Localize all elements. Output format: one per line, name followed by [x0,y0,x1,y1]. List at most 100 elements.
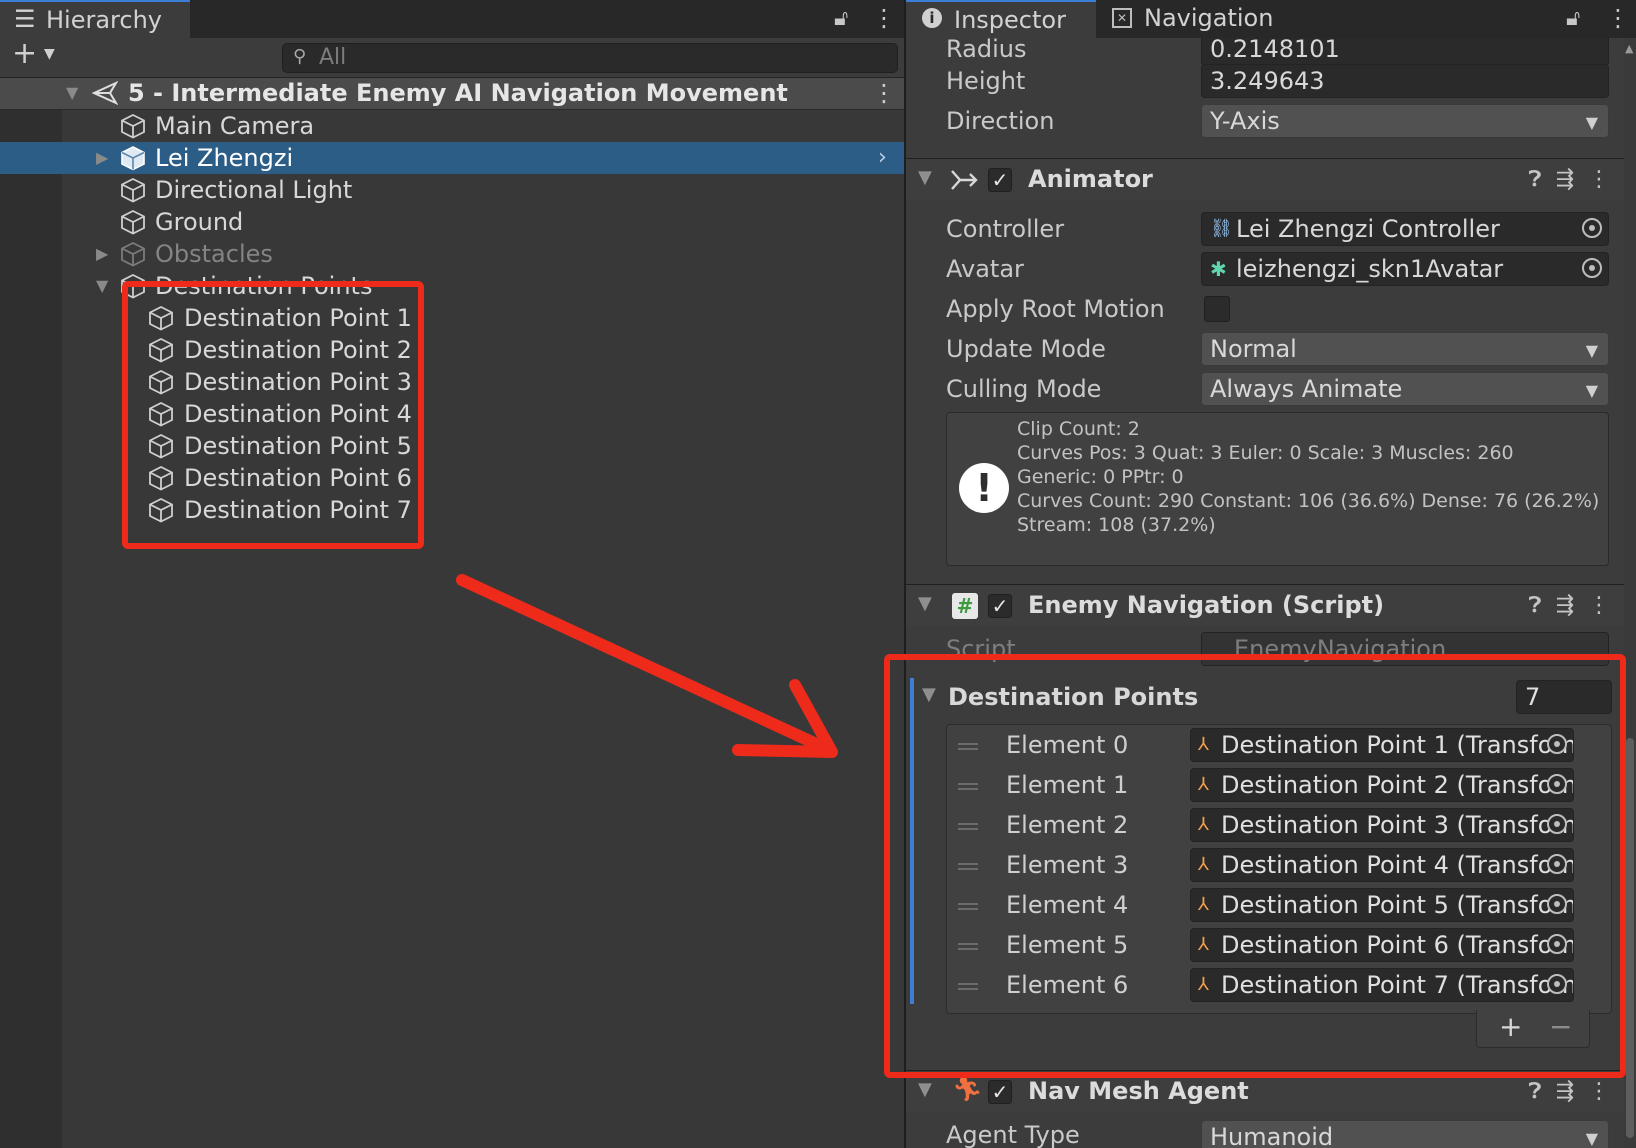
scene-fold-icon[interactable]: ▼ [66,78,78,108]
search-icon: ⚲ [293,46,307,67]
enemy-navigation-header[interactable]: ▼ # ✓ Enemy Navigation (Script) ❓︎⇶⋮ [906,584,1636,626]
info-line: Clip Count: 2 [1017,418,1140,440]
help-icon[interactable]: ❓︎ [1528,593,1555,618]
expand-arrow-icon[interactable]: ▶ [96,142,108,174]
annotation-box-inspector [884,654,1626,1078]
chevron-down-icon: ▼ [1585,113,1598,132]
animator-header[interactable]: ▼ ✓ Animator ❓︎⇶⋮ [906,158,1636,200]
more-menu-icon[interactable]: ⋮ [1606,4,1630,32]
expand-arrow-icon[interactable]: ▶ [96,238,108,270]
unity-scene-icon [92,81,118,105]
hierarchy-item-label: Ground [155,208,244,236]
search-placeholder: All [319,45,347,70]
controller-field[interactable]: ⛓︎ Lei Zhengzi Controller [1201,212,1609,246]
collapse-arrow-icon[interactable]: ▼ [918,1079,932,1100]
tab-hierarchy-label: Hierarchy [46,6,163,34]
annotation-arrow-icon [456,574,838,758]
animator-controller-icon: ⛓︎ [1210,218,1233,239]
direction-label: Direction [946,107,1055,135]
avatar-label: Avatar [946,255,1024,283]
hierarchy-list-icon: ☰ [14,5,36,33]
enemy-navigation-title: Enemy Navigation (Script) [1028,591,1385,619]
more-menu-icon[interactable]: ⋮ [1588,167,1624,192]
add-icon[interactable]: + [12,36,37,71]
gameobject-cube-icon [121,177,145,203]
chevron-down-icon: ▼ [1585,381,1598,400]
apply-root-motion-row: Apply Root Motion [906,292,1636,332]
tab-navigation-label: Navigation [1144,4,1274,32]
tab-hierarchy[interactable]: ☰ Hierarchy [0,0,190,38]
culling-mode-label: Culling Mode [946,375,1102,403]
gameobject-cube-icon [121,241,145,267]
search-input[interactable]: ⚲ All [282,43,898,73]
apply-root-motion-label: Apply Root Motion [946,295,1165,323]
chevron-down-icon: ▼ [1585,1129,1598,1148]
avatar-row: Avatar ✱ leizhengzi_skn1Avatar [906,252,1636,292]
culling-mode-value: Always Animate [1210,375,1403,403]
hierarchy-item-directional-light[interactable]: Directional Light [0,174,904,206]
direction-value: Y-Axis [1210,107,1280,135]
component-header-icons: ❓︎⇶⋮ [1528,593,1624,618]
animator-info-text: Clip Count: 2 Curves Pos: 3 Quat: 3 Eule… [1017,417,1599,537]
scene-row[interactable]: ▼ 5 - Intermediate Enemy AI Navigation M… [0,78,904,110]
collapse-arrow-icon[interactable]: ▼ [96,270,108,302]
hierarchy-item-label: Obstacles [155,240,273,268]
apply-root-motion-checkbox[interactable] [1204,296,1230,322]
info-line: Curves Count: 290 Constant: 106 (36.6%) … [1017,490,1600,512]
tab-inspector[interactable]: i Inspector [906,0,1096,38]
more-menu-icon[interactable]: ⋮ [1588,593,1624,618]
hierarchy-item-obstacles[interactable]: ▶ Obstacles [0,238,904,270]
update-mode-dropdown[interactable]: Normal ▼ [1201,332,1609,366]
scrollbar-thumb[interactable] [1626,738,1634,1138]
height-row: Height 3.249643 [906,64,1636,104]
animator-enabled-checkbox[interactable]: ✓ [988,168,1012,192]
preset-icon[interactable]: ⇶ [1556,593,1588,618]
enemy-navigation-enabled-checkbox[interactable]: ✓ [988,594,1012,618]
update-mode-label: Update Mode [946,335,1106,363]
culling-mode-dropdown[interactable]: Always Animate ▼ [1201,372,1609,406]
controller-value: Lei Zhengzi Controller [1236,215,1500,243]
component-header-icons: ❓︎⇶⋮ [1528,1079,1624,1104]
hierarchy-item-lei-zhengzi[interactable]: ▶ Lei Zhengzi › [0,142,904,174]
scroll-up-icon[interactable]: ▲ [1625,42,1633,55]
avatar-field[interactable]: ✱ leizhengzi_skn1Avatar [1201,252,1609,286]
preset-icon[interactable]: ⇶ [1556,1079,1588,1104]
more-menu-icon[interactable]: ⋮ [872,4,896,32]
chevron-right-icon[interactable]: › [878,142,887,174]
chevron-down-icon: ▼ [1585,341,1598,360]
nav-mesh-agent-enabled-checkbox[interactable]: ✓ [988,1080,1012,1104]
agent-type-dropdown[interactable]: Humanoid ▼ [1201,1120,1609,1148]
more-menu-icon[interactable]: ⋮ [1588,1079,1624,1104]
navigation-tab-icon: ✕ [1112,8,1132,28]
help-icon[interactable]: ❓︎ [1528,167,1555,192]
preset-icon[interactable]: ⇶ [1556,167,1588,192]
animator-title: Animator [1028,165,1153,193]
culling-mode-row: Culling Mode Always Animate ▼ [906,372,1636,412]
update-mode-row: Update Mode Normal ▼ [906,332,1636,372]
object-picker-icon[interactable] [1582,258,1602,278]
info-line: Curves Pos: 3 Quat: 3 Euler: 0 Scale: 3 … [1017,442,1514,464]
collapse-arrow-icon[interactable]: ▼ [918,593,932,614]
help-icon[interactable]: ❓︎ [1528,1079,1555,1104]
hierarchy-item-label: Directional Light [155,176,353,204]
tab-navigation[interactable]: ✕ Navigation [1100,0,1300,38]
hierarchy-item-main-camera[interactable]: Main Camera [0,110,904,142]
object-picker-icon[interactable] [1582,218,1602,238]
update-mode-value: Normal [1210,335,1297,363]
component-header-icons: ❓︎⇶⋮ [1528,167,1624,192]
gameobject-cube-icon [121,209,145,235]
info-line: Stream: 108 (37.2%) [1017,514,1216,536]
lock-icon[interactable]: 🔓︎ [834,6,848,31]
hierarchy-item-ground[interactable]: Ground [0,206,904,238]
collapse-arrow-icon[interactable]: ▼ [918,167,932,188]
height-label: Height [946,67,1026,95]
direction-dropdown[interactable]: Y-Axis ▼ [1201,104,1609,138]
add-dropdown-icon[interactable]: ▼ [44,46,55,62]
controller-row: Controller ⛓︎ Lei Zhengzi Controller [906,212,1636,252]
gameobject-cube-icon [121,146,145,171]
scene-menu-icon[interactable]: ⋮ [872,78,896,108]
gameobject-cube-icon [121,113,145,139]
height-field[interactable]: 3.249643 [1201,64,1609,98]
animator-info-box: ! Clip Count: 2 Curves Pos: 3 Quat: 3 Eu… [946,412,1609,566]
lock-icon[interactable]: 🔓︎ [1566,6,1580,31]
